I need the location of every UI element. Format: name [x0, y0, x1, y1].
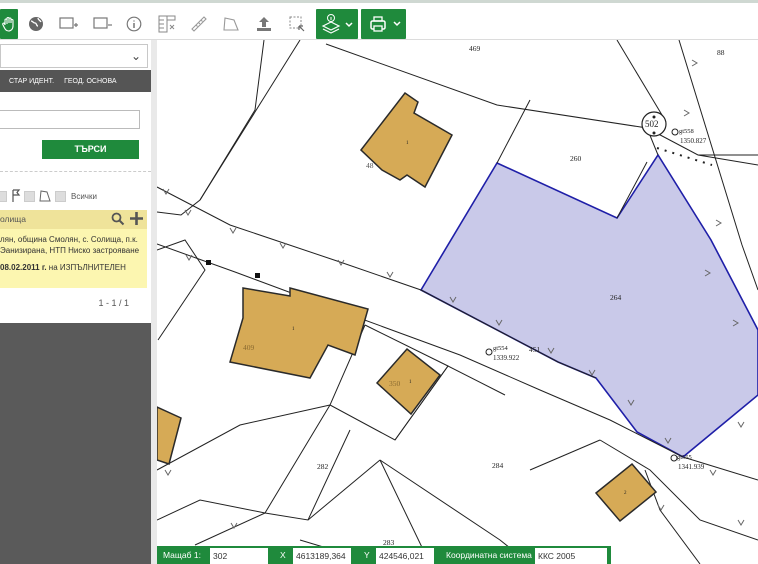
zoom-search-icon[interactable]	[111, 212, 125, 229]
hand-pan-icon[interactable]	[0, 9, 18, 39]
parcel-label-88: 88	[717, 48, 725, 57]
tab-old-identifier[interactable]: СТАР ИДЕНТ.	[9, 78, 54, 85]
x-coordinate-field[interactable]: 4613189,364	[293, 548, 351, 564]
gt558-value: 1350.827	[680, 137, 707, 145]
parcel-label-48: 48	[366, 161, 374, 170]
search-panel-body: ⌄ СТАР ИДЕНТ. ГЕОД. ОСНОВА ТЪРСИ Всички …	[0, 40, 151, 323]
polygon-filter-icon[interactable]	[39, 189, 51, 205]
globe-icon[interactable]	[25, 9, 47, 39]
gt558-marker	[671, 128, 679, 136]
search-type-dropdown[interactable]: ⌄	[0, 44, 148, 68]
add-window-icon[interactable]	[57, 9, 81, 39]
select-area-icon[interactable]	[286, 9, 308, 39]
panel-separator	[0, 171, 151, 172]
gt554-value: 1339.922	[493, 354, 520, 362]
result-date-line: 08.02.2011 г. на ИЗПЪЛНИТЕЛЕН	[0, 263, 126, 272]
scale-label: Мащаб 1:	[163, 550, 201, 560]
parcel-label-409: 409	[243, 343, 255, 352]
search-button[interactable]: ТЪРСИ	[42, 140, 139, 159]
print-icon[interactable]	[361, 9, 406, 39]
result-pager: 1 - 1 / 1	[98, 298, 129, 308]
gt555-value: 1341.939	[678, 463, 705, 471]
scale-field[interactable]: 302	[210, 548, 268, 564]
gt558-label: gt558	[679, 128, 694, 135]
cadastral-map[interactable]: 469 88 502 gt558 1350.827 260 48 1 264 g…	[157, 40, 758, 564]
point-label-502: 502	[645, 119, 659, 129]
parcel-label-451: 451	[529, 345, 541, 354]
polygon-area-icon[interactable]	[220, 9, 242, 39]
search-panel: ⌄ СТАР ИДЕНТ. ГЕОД. ОСНОВА ТЪРСИ Всички …	[0, 40, 151, 564]
boundary-marker	[255, 273, 260, 278]
filter-checkbox[interactable]	[24, 191, 35, 202]
boundary-marker	[206, 260, 211, 265]
point-502-dot	[652, 131, 656, 135]
filter-checkbox[interactable]	[0, 191, 7, 202]
chevron-down-icon: ⌄	[130, 49, 141, 63]
gt555-label: gt555	[677, 454, 692, 461]
filter-checkbox[interactable]	[55, 191, 66, 202]
x-label: X	[280, 550, 286, 560]
filter-all-label: Всички	[71, 192, 97, 201]
search-result-card[interactable]: олища лян, община Смолян, с. Солища, п.к…	[0, 210, 147, 288]
result-description: Эанизирана, НТП Ниско застрояване	[0, 246, 140, 255]
search-input[interactable]	[0, 110, 140, 129]
crs-label: Координатна система	[446, 550, 532, 560]
filter-row: Всички	[0, 189, 151, 205]
y-label: Y	[364, 550, 370, 560]
gt554-marker	[485, 348, 493, 356]
ruler-icon[interactable]	[188, 9, 210, 39]
upload-icon[interactable]	[253, 9, 275, 39]
add-icon[interactable]	[129, 211, 144, 229]
tab-geodetic-base[interactable]: ГЕОД. ОСНОВА	[64, 78, 117, 85]
y-coordinate-field[interactable]: 424546,021	[376, 548, 434, 564]
parcel-label-350: 350	[389, 379, 401, 388]
measure-grid-icon[interactable]	[156, 9, 178, 39]
result-date: 08.02.2011 г.	[0, 263, 47, 272]
layers-info-icon[interactable]	[316, 9, 358, 39]
result-suffix: на ИЗПЪЛНИТЕЛЕН	[46, 263, 126, 272]
remove-window-icon[interactable]	[91, 9, 115, 39]
parcel-label-469: 469	[469, 44, 481, 53]
info-icon[interactable]	[124, 9, 144, 39]
parcel-label-282: 282	[317, 462, 329, 471]
coordinates-bar: Мащаб 1: 302 X 4613189,364 Y 424546,021 …	[157, 546, 611, 564]
crs-field[interactable]: ККС 2005	[535, 548, 607, 564]
gt554-label: gt554	[493, 345, 509, 352]
parcel-label-260: 260	[570, 154, 582, 163]
result-header: олища	[0, 210, 147, 229]
parcel-label-284: 284	[492, 461, 504, 470]
top-toolbar	[0, 0, 758, 40]
parcel-label-264: 264	[610, 293, 622, 302]
result-address: лян, община Смолян, с. Солища, п.к.	[0, 235, 138, 244]
flag-icon[interactable]	[11, 189, 21, 205]
search-tabs: СТАР ИДЕНТ. ГЕОД. ОСНОВА	[0, 70, 151, 92]
